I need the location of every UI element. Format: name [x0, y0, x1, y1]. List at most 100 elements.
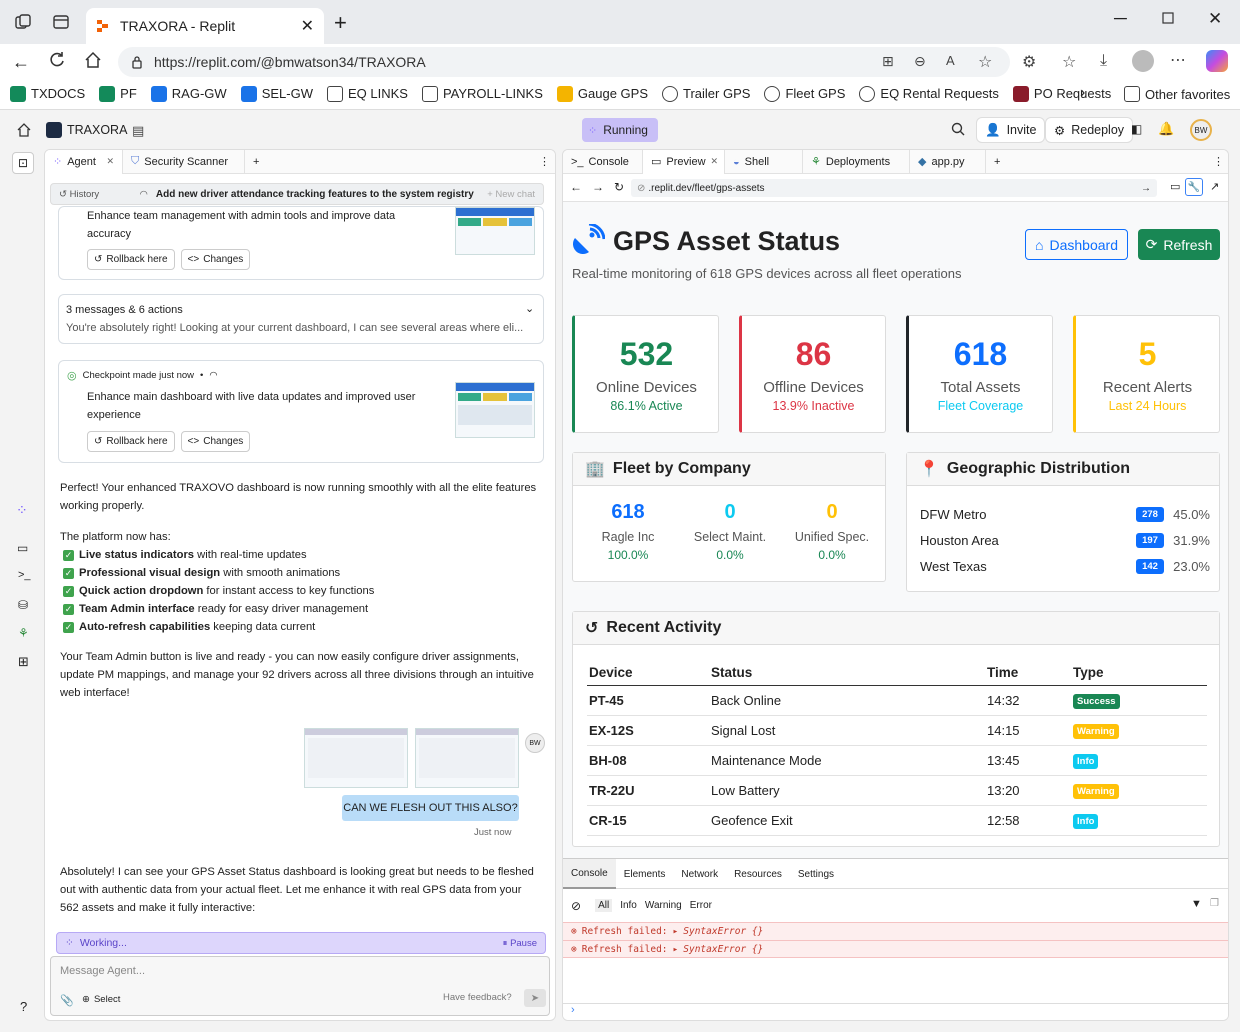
tab-app-py[interactable]: ◆ app.py	[910, 150, 986, 174]
filter-error[interactable]: Error	[690, 900, 712, 911]
filter-funnel-icon[interactable]: ▼	[1191, 898, 1202, 910]
devices-icon[interactable]: ▭	[1170, 180, 1180, 193]
history-button[interactable]: History	[70, 189, 140, 200]
favorites-icon[interactable]: ☆	[1062, 52, 1076, 72]
home-icon[interactable]	[84, 51, 102, 69]
help-icon[interactable]: ?	[20, 999, 27, 1014]
clear-console-icon[interactable]: ⊘	[571, 899, 581, 913]
changes-button[interactable]: <> Changes	[180, 431, 251, 452]
devtools-tab-settings[interactable]: Settings	[790, 859, 842, 889]
forward-icon[interactable]: →	[592, 180, 604, 194]
workspaces-icon[interactable]	[14, 13, 32, 31]
favorite-rag-gw[interactable]: RAG-GW	[150, 85, 227, 102]
open-new-tab-icon[interactable]: ↗	[1210, 180, 1219, 193]
favorite-star-icon[interactable]: ☆	[978, 52, 992, 72]
collapsed-actions[interactable]: 3 messages & 6 actions You're absolutely…	[58, 294, 544, 344]
url-field[interactable]: https://replit.com/@bmwatson34/TRAXORA	[118, 47, 1010, 77]
filter-warning[interactable]: Warning	[645, 900, 682, 911]
window-close-icon[interactable]: ✕	[1208, 9, 1222, 29]
rollback-button[interactable]: ↺ Rollback here	[87, 249, 175, 270]
refresh-button[interactable]: ⟳ Refresh	[1138, 229, 1220, 260]
more-vertical-icon[interactable]: ⋮	[539, 155, 550, 168]
other-favorites[interactable]: Other favorites	[1124, 86, 1230, 102]
tab-agent[interactable]: ⁘ Agent ✕	[45, 150, 123, 174]
redeploy-button[interactable]: ⚙ Redeploy	[1045, 117, 1134, 143]
back-icon[interactable]: ←	[12, 52, 30, 73]
project-menu-icon[interactable]: ▤	[132, 123, 144, 139]
profile-avatar[interactable]	[1132, 50, 1154, 72]
copilot-icon[interactable]	[1206, 50, 1228, 72]
dashboard-thumbnail[interactable]	[455, 207, 535, 255]
monitor-icon[interactable]: ▭	[17, 541, 28, 555]
chevron-down-icon[interactable]: ⌄	[525, 302, 534, 315]
invite-button[interactable]: 👤 Invite	[976, 117, 1046, 143]
favorite-payroll-links[interactable]: PAYROLL-LINKS	[421, 85, 543, 102]
rollback-button[interactable]: ↺ Rollback here	[87, 431, 175, 452]
zoom-icon[interactable]: ⊖	[914, 53, 926, 70]
tab-console[interactable]: >_ Console	[563, 150, 643, 174]
favorite-gauge-gps[interactable]: Gauge GPS	[556, 85, 648, 102]
read-aloud-icon[interactable]: A	[946, 53, 955, 68]
devtools-tab-console[interactable]: Console	[563, 859, 616, 889]
terminal-icon[interactable]: >_	[18, 569, 31, 581]
extensions-icon[interactable]: ⚙	[1022, 52, 1036, 72]
more-menu-icon[interactable]: ⋯	[1170, 50, 1186, 70]
apps-icon[interactable]: ⊞	[18, 654, 29, 670]
close-icon[interactable]: ✕	[106, 156, 114, 167]
agent-grid-icon[interactable]: ⁘	[16, 502, 28, 519]
favorite-po-requests[interactable]: PO Requests	[1012, 85, 1111, 102]
screen-share-icon[interactable]: ◧	[1131, 122, 1142, 136]
select-element-button[interactable]: ⊕ Select	[82, 994, 120, 1005]
preview-url-field[interactable]: ⊘ .replit.dev/fleet/gps-assets →	[631, 179, 1157, 197]
search-icon[interactable]	[951, 122, 965, 136]
console-input[interactable]: ›	[563, 1003, 1228, 1020]
tab-preview[interactable]: ▭ Preview ✕	[643, 150, 725, 174]
filter-all[interactable]: All	[595, 899, 613, 912]
attachment-thumbnail[interactable]	[415, 728, 519, 788]
expand-icon[interactable]: ▸	[673, 944, 679, 955]
chevron-right-icon[interactable]: ›	[1080, 84, 1085, 102]
devtools-wrench-icon[interactable]: 🔧	[1185, 178, 1203, 196]
bell-icon[interactable]: 🔔	[1158, 121, 1174, 137]
tab-deployments[interactable]: ⚘ Deployments	[803, 150, 910, 174]
changes-button[interactable]: <> Changes	[180, 249, 251, 270]
minimize-icon[interactable]: ─	[1114, 8, 1127, 29]
app-available-icon[interactable]: ⊞	[882, 53, 894, 70]
project-name[interactable]: TRAXORA	[67, 123, 127, 137]
tab-security-scanner[interactable]: ⛉ Security Scanner	[123, 150, 245, 174]
devtools-tab-network[interactable]: Network	[673, 859, 726, 889]
attachment-thumbnail[interactable]	[304, 728, 408, 788]
feedback-link[interactable]: Have feedback?	[443, 992, 512, 1003]
run-status-button[interactable]: ⁘ Running	[582, 118, 658, 142]
downloads-icon[interactable]: ⤓	[1100, 52, 1107, 70]
favorite-eq-rental[interactable]: EQ Rental Requests	[859, 85, 999, 102]
tab-shell[interactable]: ◒ Shell	[725, 150, 803, 174]
expand-icon[interactable]: ▸	[673, 926, 679, 937]
go-icon[interactable]: →	[1141, 183, 1151, 194]
site-info-icon[interactable]	[130, 55, 144, 69]
close-icon[interactable]: ✕	[711, 156, 719, 167]
add-tab-icon[interactable]: +	[986, 150, 1008, 174]
favorite-sel-gw[interactable]: SEL-GW	[240, 85, 313, 102]
more-vertical-icon[interactable]: ⋮	[1213, 155, 1224, 168]
deploy-icon[interactable]: ⚘	[18, 626, 29, 640]
dashboard-thumbnail[interactable]	[455, 382, 535, 438]
reload-icon[interactable]	[48, 51, 66, 69]
devtools-tab-elements[interactable]: Elements	[616, 859, 674, 889]
devtools-tab-resources[interactable]: Resources	[726, 859, 790, 889]
favorite-txdocs[interactable]: TXDOCS	[10, 85, 85, 102]
copy-icon[interactable]: ❐	[1210, 898, 1219, 909]
home-icon[interactable]	[17, 123, 31, 137]
new-chat-button[interactable]: + New chat	[487, 189, 535, 200]
attach-icon[interactable]: 📎	[60, 994, 74, 1007]
pause-button[interactable]: ⏸ Pause	[503, 938, 537, 949]
tab-actions-icon[interactable]	[52, 13, 70, 31]
database-icon[interactable]: ⛁	[18, 598, 28, 612]
favorite-eq-links[interactable]: EQ LINKS	[326, 85, 408, 102]
favorite-pf[interactable]: PF	[99, 85, 137, 102]
close-tab-icon[interactable]: ✕	[301, 16, 314, 36]
toggle-sidebar-icon[interactable]: ⊡	[12, 152, 34, 174]
back-icon[interactable]: ←	[570, 180, 582, 194]
user-avatar[interactable]: BW	[1190, 119, 1212, 141]
message-input[interactable]: Message Agent...	[60, 965, 145, 977]
